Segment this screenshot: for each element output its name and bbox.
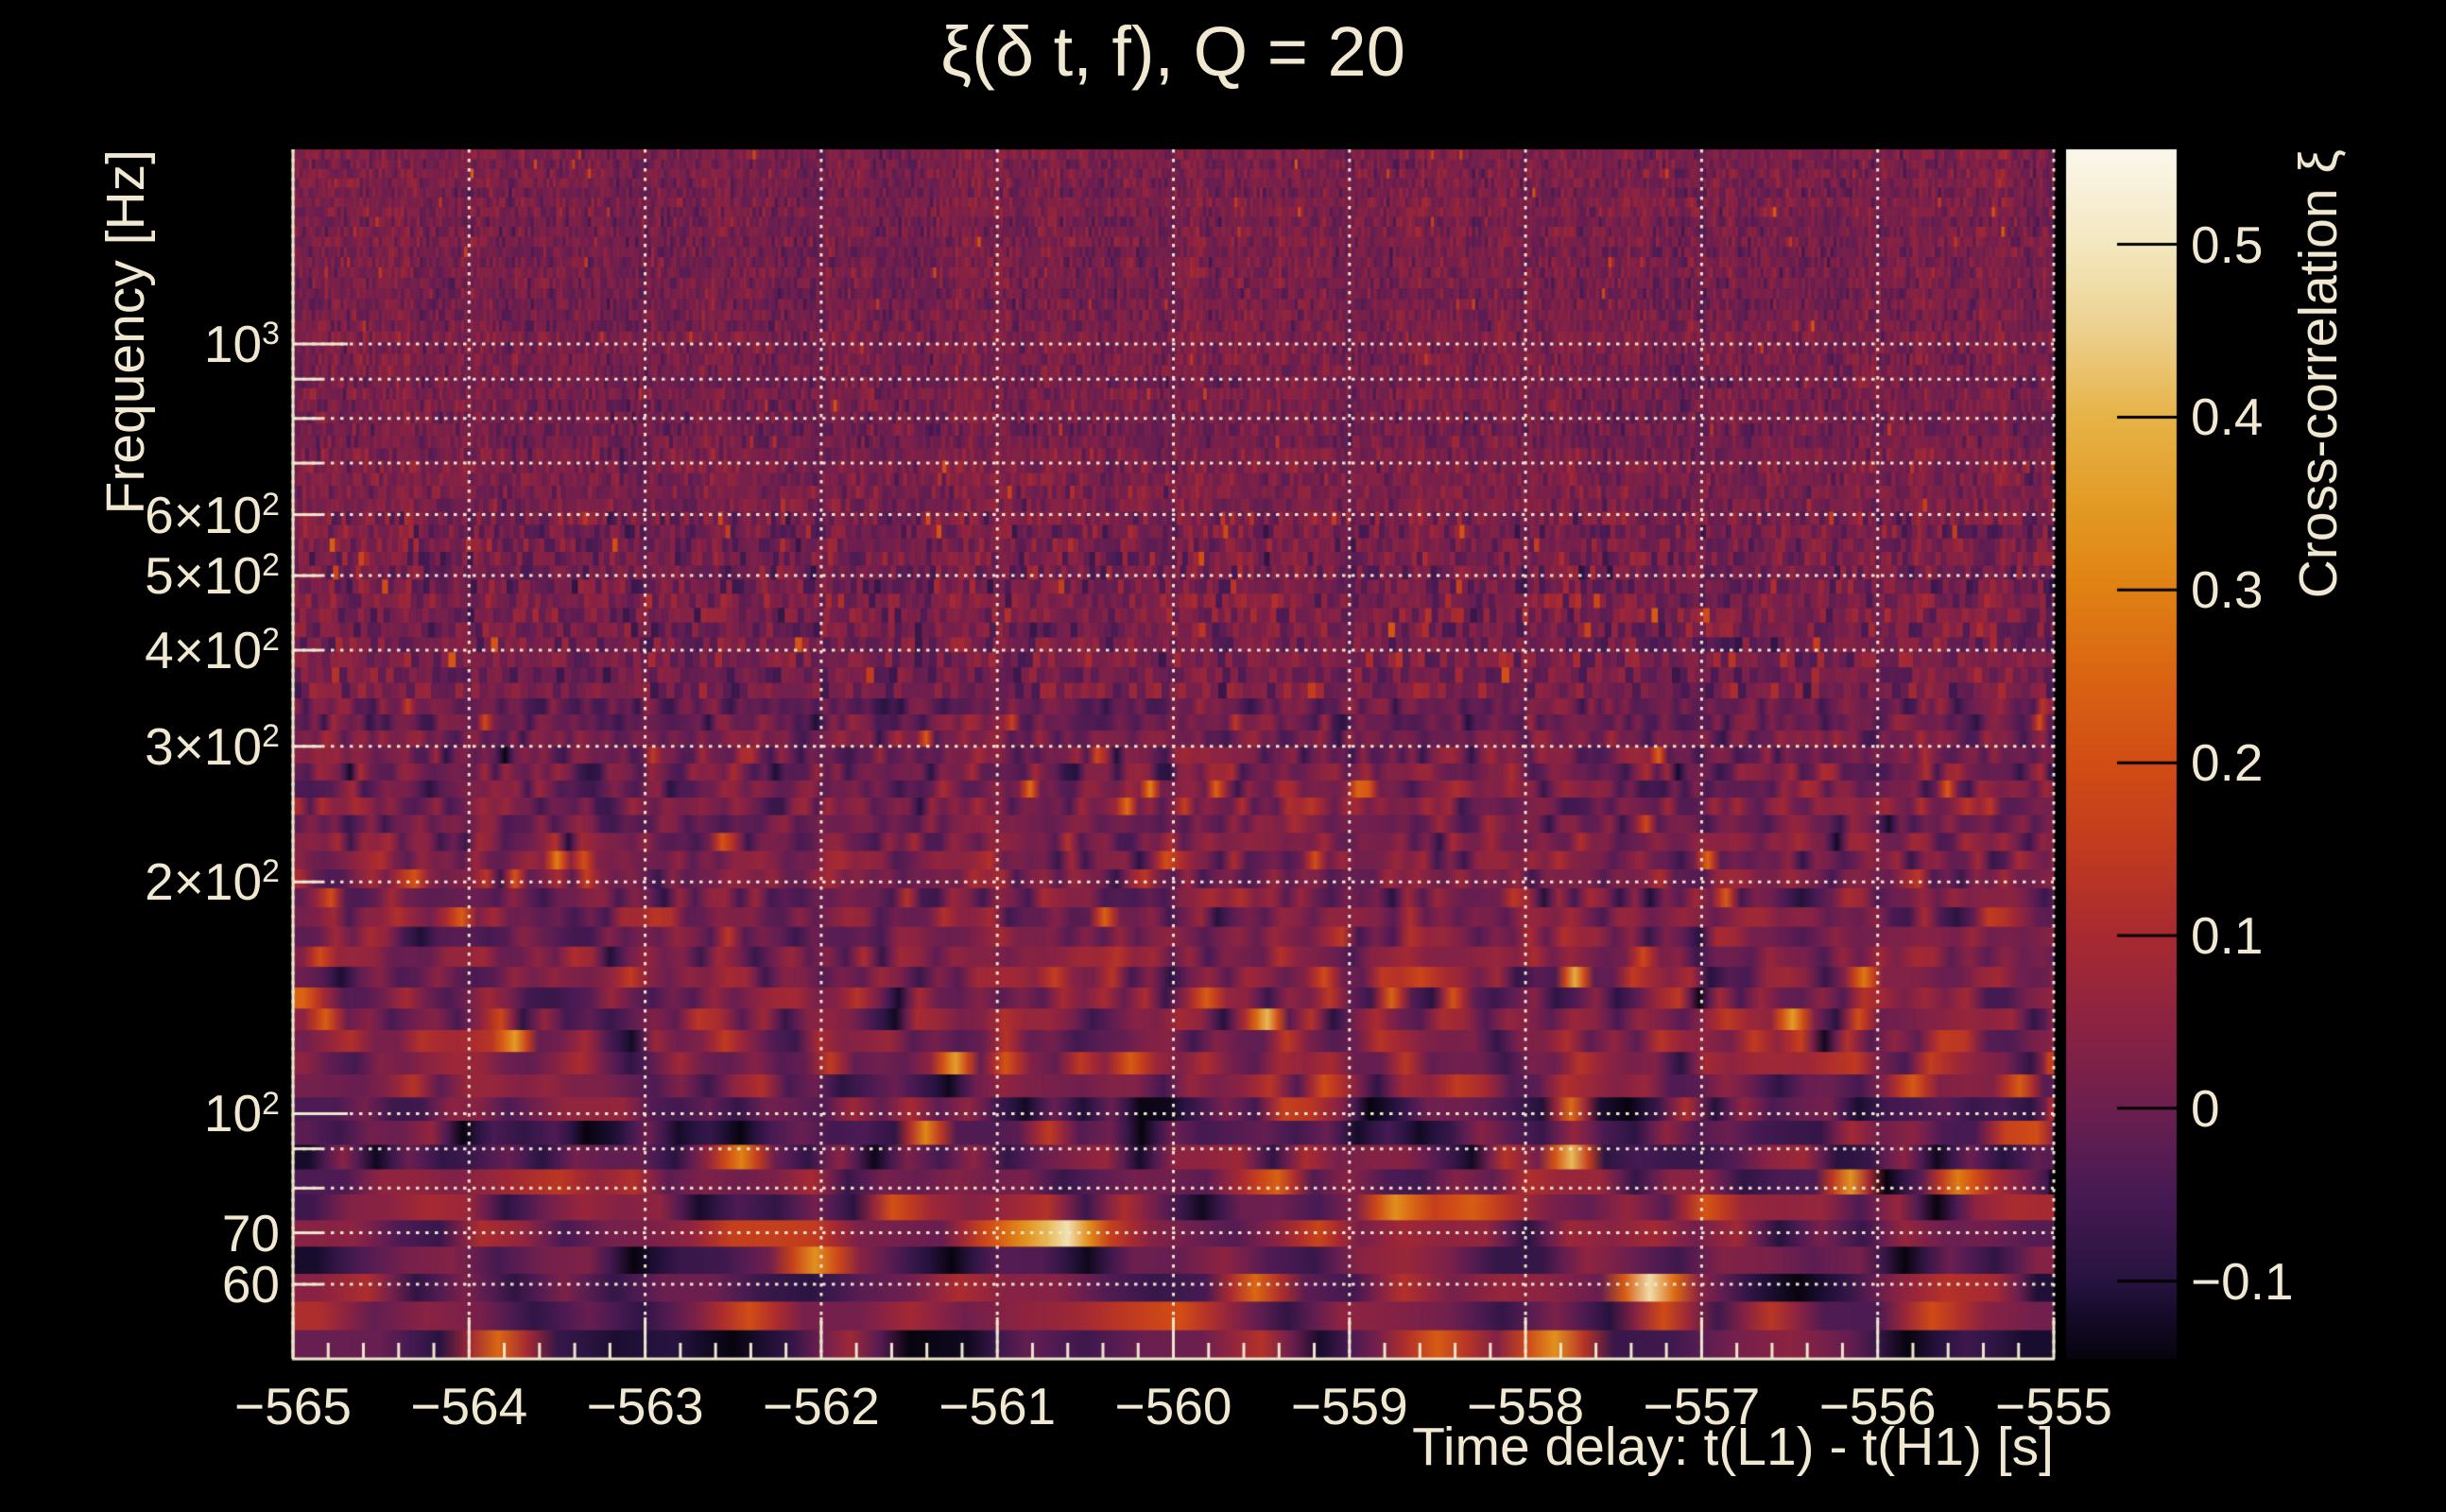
x-tick-label: −560 <box>1114 1377 1232 1435</box>
colorbar-tick-label: 0.4 <box>2191 387 2264 447</box>
x-tick-label: −555 <box>1995 1377 2112 1435</box>
colorbar-axis-label: Cross-correlation ξ <box>2288 149 2349 599</box>
x-tick-label: −562 <box>762 1377 880 1435</box>
y-tick-label: 2×102 <box>145 852 280 912</box>
colorbar-tick-label: 0 <box>2191 1078 2220 1138</box>
x-tick-label: −559 <box>1290 1377 1408 1435</box>
x-tick-label: −565 <box>234 1377 352 1435</box>
x-tick-label: −556 <box>1818 1377 1937 1435</box>
y-tick-label: 3×102 <box>145 716 280 776</box>
x-tick-label: −563 <box>586 1377 704 1435</box>
colorbar-tick-label: 0.2 <box>2191 733 2264 793</box>
x-tick-label: −561 <box>939 1377 1057 1435</box>
colorbar-tick-label: 0.1 <box>2191 906 2264 965</box>
colorbar-tick-label: 0.3 <box>2191 560 2264 620</box>
y-tick-label: 4×102 <box>145 621 280 680</box>
x-tick-label: −558 <box>1467 1377 1585 1435</box>
y-tick-label: 102 <box>203 1084 280 1143</box>
y-tick-label: 60 <box>221 1255 280 1314</box>
y-tick-label: 5×102 <box>145 546 280 606</box>
y-tick-label: 103 <box>203 314 280 373</box>
x-tick-label: −557 <box>1643 1377 1761 1435</box>
correlation-heatmap-canvas <box>0 0 2446 1512</box>
colorbar-tick-label: 0.5 <box>2191 215 2264 274</box>
y-axis-label: Frequency [Hz] <box>95 149 156 515</box>
colorbar-tick-label: −0.1 <box>2191 1251 2294 1311</box>
plot-title: ξ(δ t, f), Q = 20 <box>940 12 1405 91</box>
x-tick-label: −564 <box>410 1377 528 1435</box>
